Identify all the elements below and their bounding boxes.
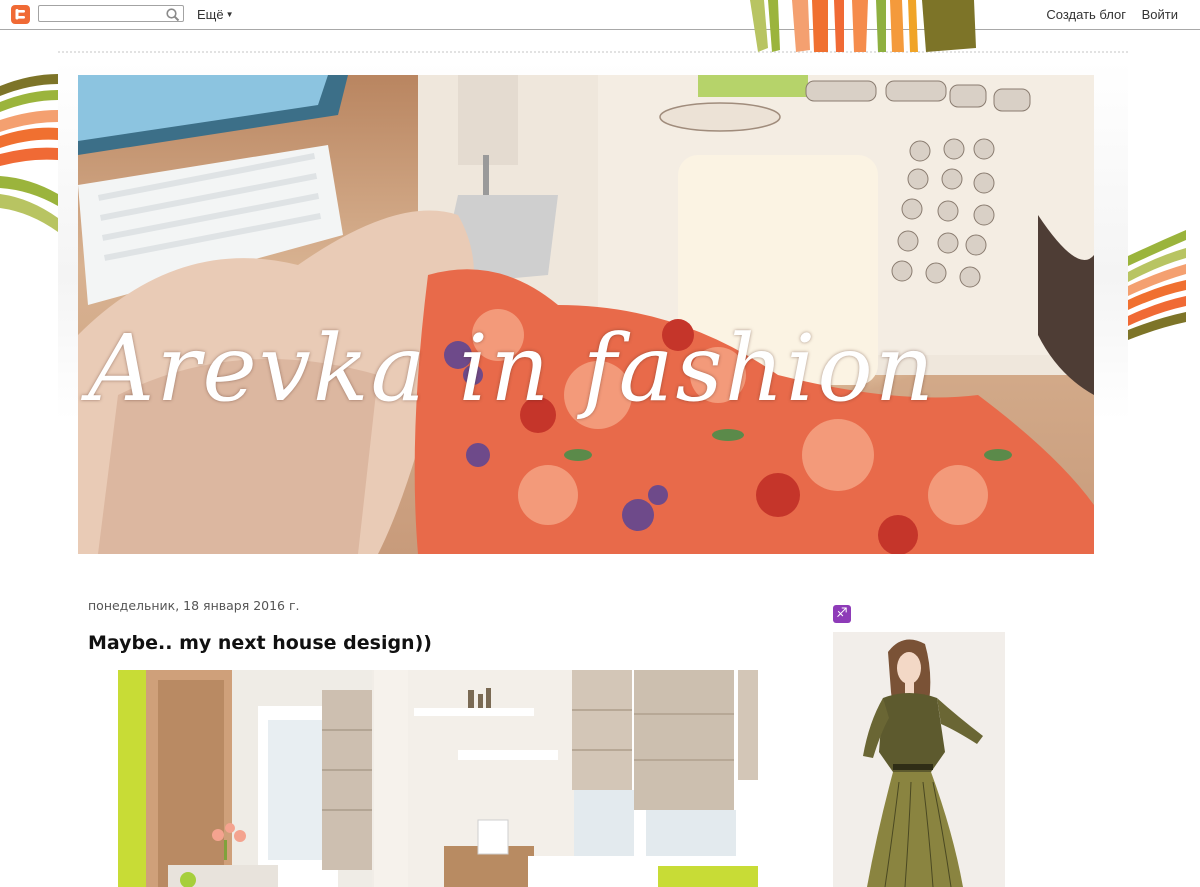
blogger-logo-icon[interactable] bbox=[11, 5, 30, 24]
sagittarius-icon: ♐ bbox=[833, 605, 851, 623]
decorative-stripes-top bbox=[750, 0, 976, 52]
blog-title: Arevka in fashion bbox=[88, 315, 937, 422]
fashion-sketch-illustration bbox=[863, 639, 983, 887]
blogger-navbar: Ещё ▼ Создать блог Войти bbox=[0, 0, 1200, 30]
search-input[interactable] bbox=[38, 5, 184, 22]
search-icon[interactable] bbox=[165, 7, 181, 23]
nav-right-links: Создать блог Войти bbox=[1034, 7, 1178, 22]
more-menu[interactable]: Ещё ▼ bbox=[197, 7, 234, 22]
caret-down-icon: ▼ bbox=[225, 10, 234, 19]
post-title[interactable]: Maybe.. my next house design)) bbox=[88, 632, 432, 654]
create-blog-link[interactable]: Создать блог bbox=[1046, 7, 1126, 22]
header-banner-image[interactable]: Arevka in fashion bbox=[78, 75, 1094, 554]
sidebar-fashion-sketch[interactable] bbox=[833, 632, 1005, 887]
more-menu-label: Ещё bbox=[197, 7, 224, 22]
post-image[interactable] bbox=[118, 670, 758, 887]
post-date: понедельник, 18 января 2016 г. bbox=[88, 598, 300, 613]
login-link[interactable]: Войти bbox=[1142, 7, 1178, 22]
interior-design-photo bbox=[118, 670, 758, 887]
decorative-stripes-left bbox=[0, 74, 58, 232]
decorative-stripes-right bbox=[1128, 230, 1186, 340]
